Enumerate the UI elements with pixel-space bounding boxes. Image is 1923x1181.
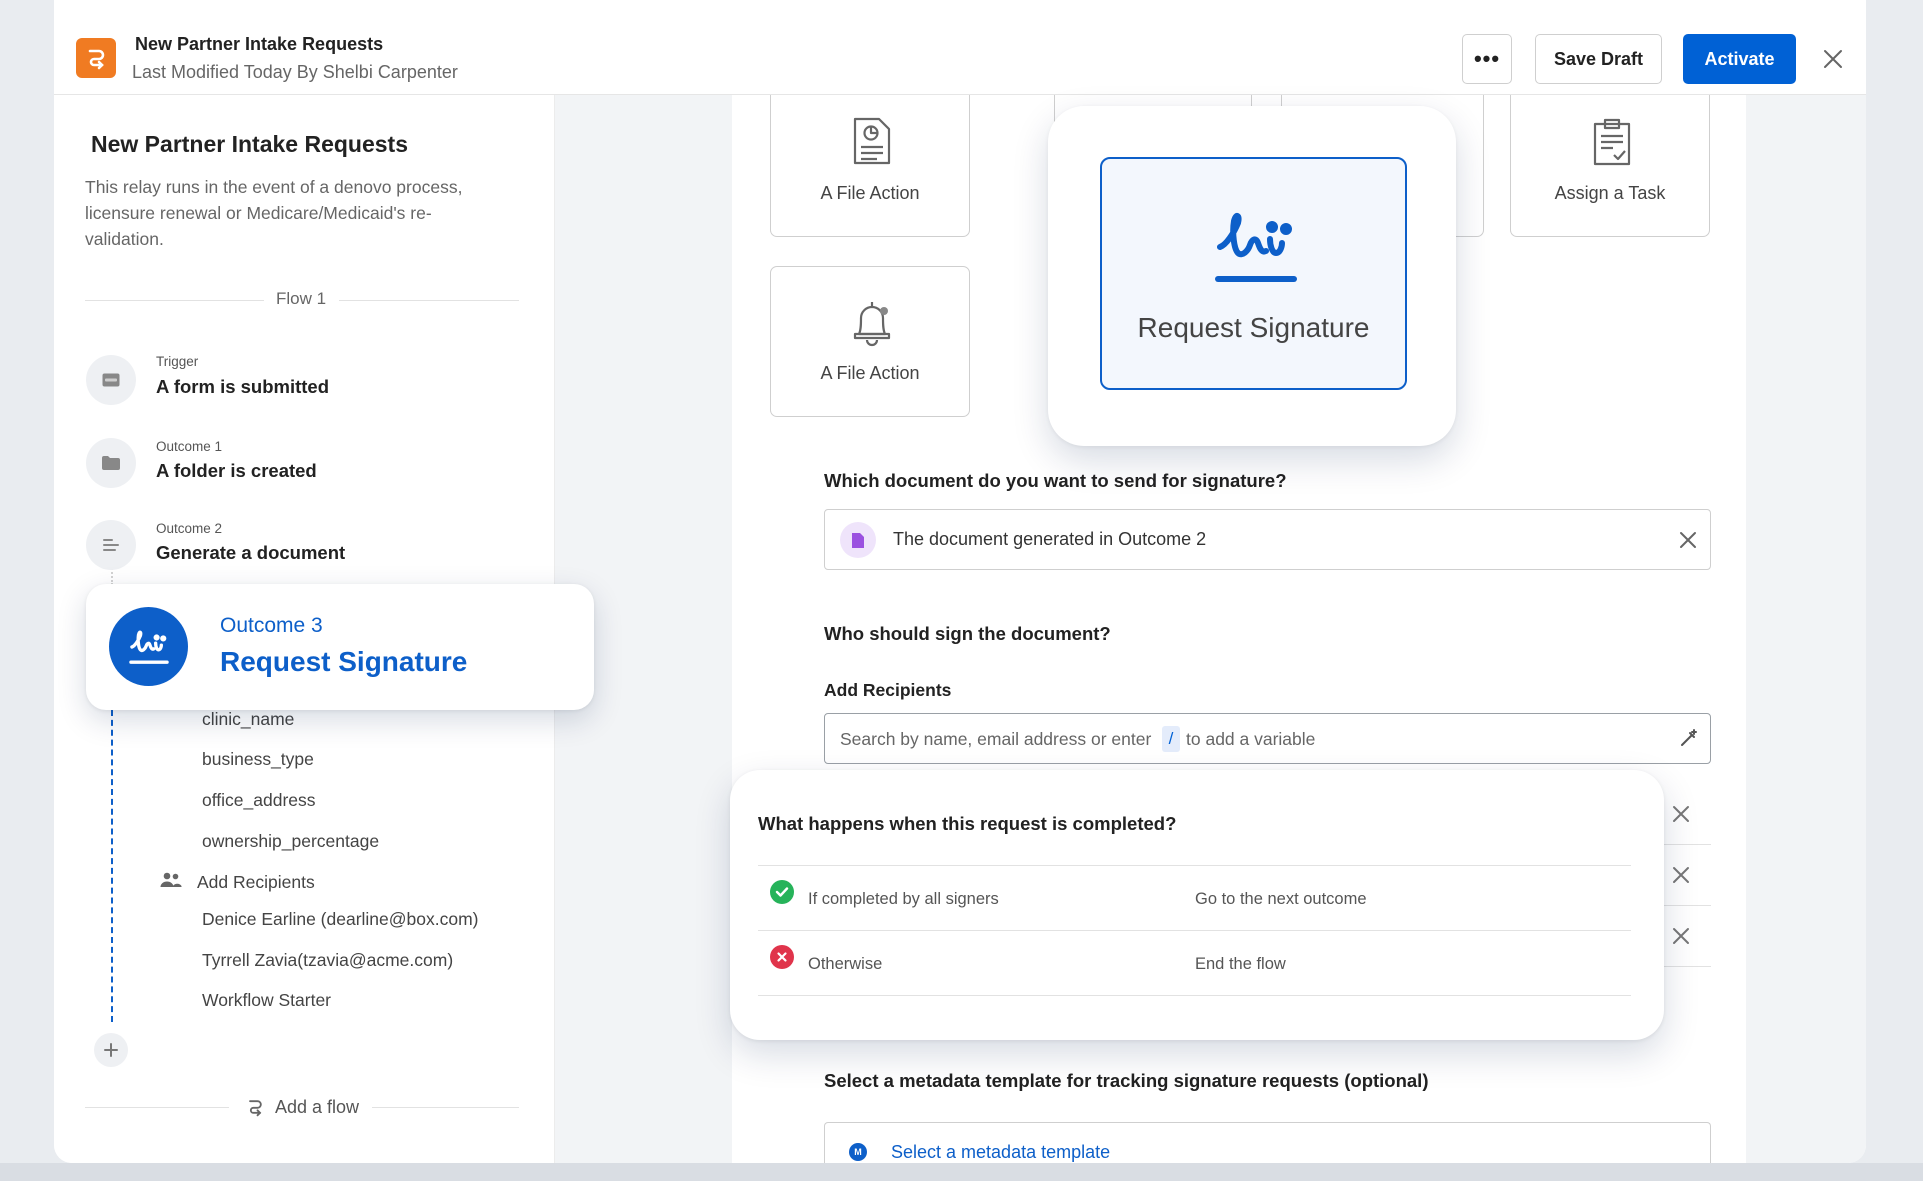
more-options-button[interactable]: ••• bbox=[1462, 34, 1512, 84]
completion-result[interactable]: End the flow bbox=[1195, 955, 1286, 974]
recipient-search-input[interactable]: Search by name, email address or enter /… bbox=[824, 713, 1711, 764]
relay-icon bbox=[245, 1097, 267, 1117]
outcome-caption: Outcome 3 bbox=[220, 614, 323, 637]
remove-recipient-icon[interactable] bbox=[1671, 804, 1691, 824]
outcome-name: Request Signature bbox=[220, 646, 468, 677]
document-lines-icon bbox=[86, 520, 136, 570]
metadata-link[interactable]: Select a metadata template bbox=[891, 1142, 1110, 1163]
error-circle-icon bbox=[770, 945, 794, 969]
recipients-label: Add Recipients bbox=[197, 872, 315, 892]
header-title: New Partner Intake Requests bbox=[135, 34, 384, 54]
signature-icon bbox=[1215, 213, 1297, 282]
completion-divider bbox=[758, 865, 1631, 866]
close-icon[interactable] bbox=[1818, 44, 1848, 74]
relay-logo-icon bbox=[76, 38, 116, 78]
sidebar-description: This relay runs in the event of a denovo… bbox=[85, 177, 463, 249]
document-icon bbox=[840, 522, 876, 558]
metadata-question: Select a metadata template for tracking … bbox=[824, 1070, 1429, 1091]
flow-divider-right bbox=[339, 300, 519, 301]
completion-condition: If completed by all signers bbox=[808, 890, 999, 908]
users-icon bbox=[160, 872, 182, 890]
form-icon bbox=[86, 355, 136, 405]
field-item[interactable]: ownership_percentage bbox=[202, 831, 379, 852]
window-floor bbox=[0, 1163, 1923, 1181]
request-signature-label: Request Signature bbox=[1137, 312, 1370, 343]
search-placeholder: to add a variable bbox=[1186, 729, 1316, 749]
step-outcome-2[interactable]: Generate a document bbox=[156, 542, 345, 564]
field-item[interactable]: office_address bbox=[202, 790, 316, 811]
add-flow-divider-left bbox=[85, 1107, 229, 1108]
document-select-field[interactable]: The document generated in Outcome 2 bbox=[824, 509, 1711, 570]
step-trigger[interactable]: A form is submitted bbox=[156, 376, 329, 398]
signer-question: Who should sign the document? bbox=[824, 623, 1111, 644]
completion-title: What happens when this request is comple… bbox=[758, 813, 1177, 834]
recipient-item[interactable]: Workflow Starter bbox=[202, 990, 331, 1011]
step-caption: Trigger bbox=[156, 354, 199, 369]
completion-condition: Otherwise bbox=[808, 955, 883, 973]
action-label: A File Action bbox=[820, 363, 920, 383]
completion-popout: What happens when this request is comple… bbox=[730, 770, 1664, 1040]
app-window: New Partner Intake Requests Last Modifie… bbox=[54, 0, 1866, 1163]
step-outcome-1[interactable]: A folder is created bbox=[156, 460, 317, 482]
add-flow-divider-right bbox=[372, 1107, 519, 1108]
folder-icon bbox=[86, 438, 136, 488]
check-circle-icon bbox=[770, 880, 794, 904]
variable-slash-key: / bbox=[1162, 726, 1180, 752]
sidebar-title: New Partner Intake Requests bbox=[91, 131, 409, 157]
assign-task-card[interactable]: Assign a Task bbox=[1510, 86, 1710, 237]
document-value: The document generated in Outcome 2 bbox=[893, 529, 1207, 549]
metadata-icon: M bbox=[849, 1143, 867, 1161]
search-placeholder: Search by name, email address or enter bbox=[840, 729, 1152, 749]
flow-divider-left bbox=[85, 300, 264, 301]
magic-wand-icon[interactable] bbox=[1679, 728, 1699, 748]
action-label: A File Action bbox=[820, 183, 920, 203]
recipient-item[interactable]: Denice Earline (dearline@box.com) bbox=[202, 909, 479, 930]
field-item[interactable]: clinic_name bbox=[202, 709, 294, 730]
file-action-card[interactable]: A File Action bbox=[770, 86, 970, 237]
action-label: Assign a Task bbox=[1554, 183, 1666, 203]
request-signature-card[interactable]: Request Signature bbox=[1100, 157, 1407, 390]
step-caption: Outcome 1 bbox=[156, 439, 223, 454]
recipient-row-divider bbox=[1664, 905, 1711, 906]
completion-divider bbox=[758, 930, 1631, 931]
file-action-card[interactable]: A File Action bbox=[770, 266, 970, 417]
field-item[interactable]: business_type bbox=[202, 749, 314, 770]
completion-divider bbox=[758, 995, 1631, 996]
remove-recipient-icon[interactable] bbox=[1671, 865, 1691, 885]
metadata-select-field[interactable]: M Select a metadata template bbox=[824, 1122, 1711, 1163]
completion-result[interactable]: Go to the next outcome bbox=[1195, 890, 1367, 909]
add-recipients-label: Add Recipients bbox=[824, 680, 952, 700]
recipient-item[interactable]: Tyrrell Zavia(tzavia@acme.com) bbox=[202, 950, 453, 971]
add-flow-button[interactable]: Add a flow bbox=[275, 1097, 359, 1118]
save-draft-button[interactable]: Save Draft bbox=[1535, 34, 1662, 84]
clear-icon[interactable] bbox=[1678, 530, 1698, 550]
outcome-connector bbox=[111, 710, 113, 1022]
signature-popout: Request Signature bbox=[1048, 106, 1456, 446]
activate-button[interactable]: Activate bbox=[1683, 34, 1796, 84]
document-question: Which document do you want to send for s… bbox=[824, 470, 1287, 491]
recipient-row-divider bbox=[1664, 844, 1711, 845]
step-caption: Outcome 2 bbox=[156, 521, 223, 536]
header-subtitle: Last Modified Today By Shelbi Carpenter bbox=[132, 62, 458, 82]
signature-icon bbox=[109, 607, 188, 686]
remove-recipient-icon[interactable] bbox=[1671, 926, 1691, 946]
header-bar: New Partner Intake Requests Last Modifie… bbox=[54, 0, 1866, 95]
active-outcome-card[interactable]: Outcome 3 Request Signature bbox=[86, 584, 594, 710]
add-step-button[interactable] bbox=[94, 1033, 128, 1067]
flow-label[interactable]: Flow 1 bbox=[276, 289, 326, 309]
recipient-row-divider bbox=[1664, 966, 1711, 967]
